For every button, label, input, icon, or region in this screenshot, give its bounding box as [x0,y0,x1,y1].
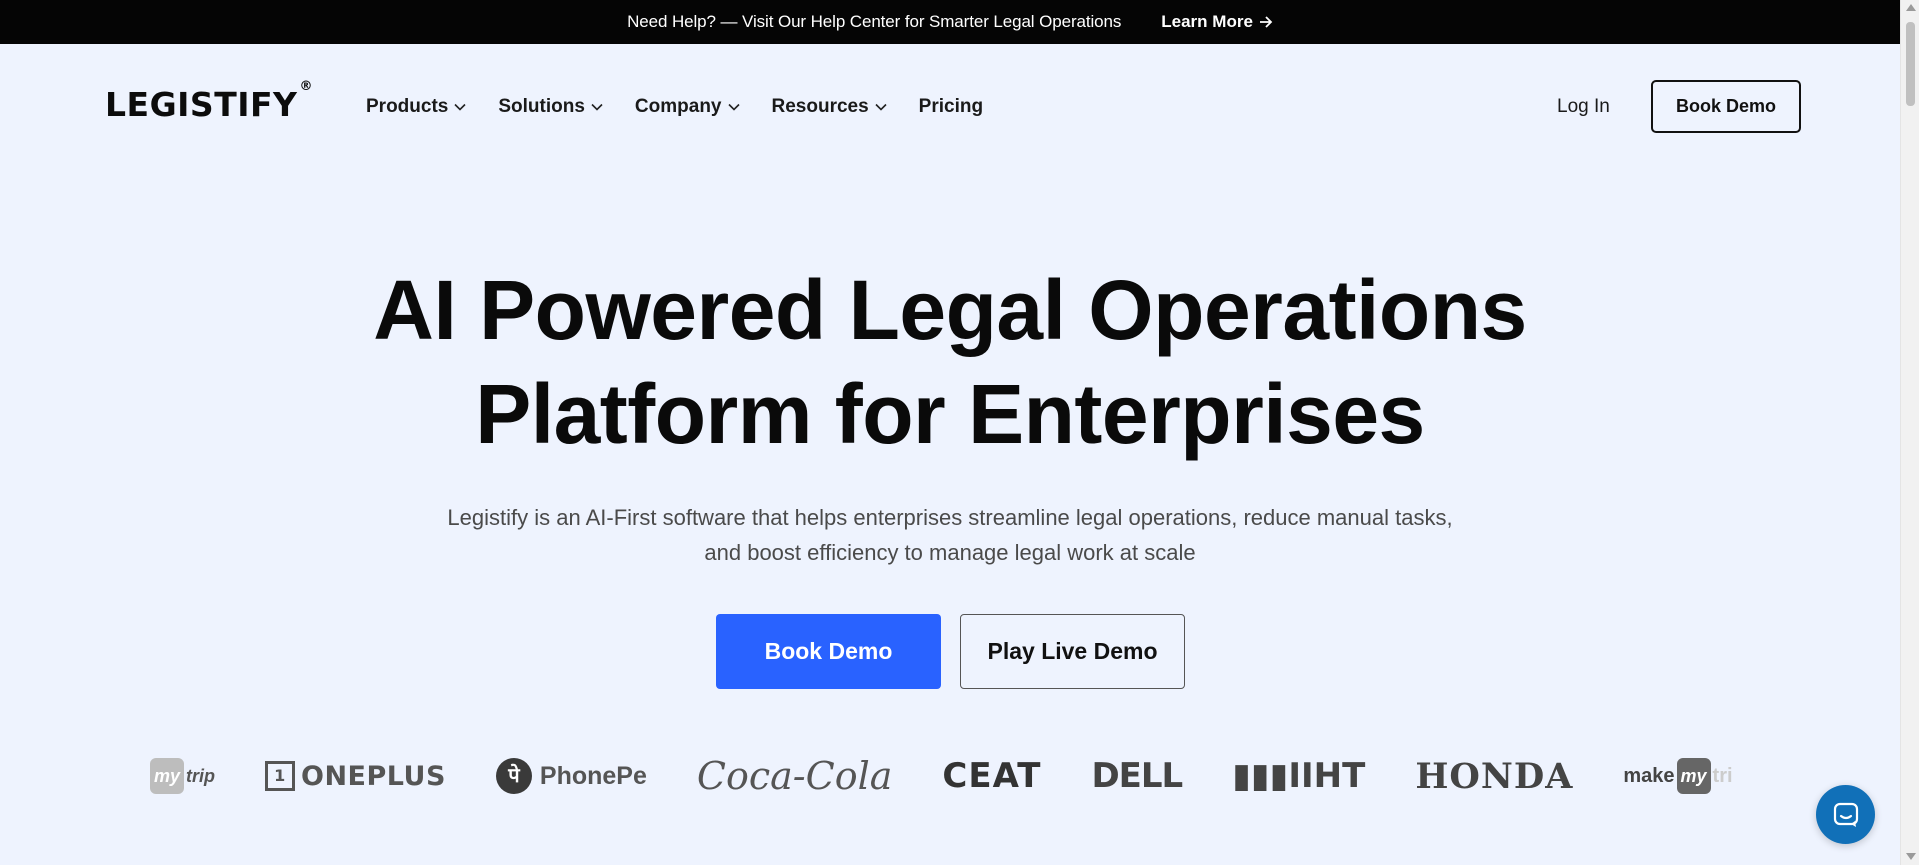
logo-oneplus-text: ONEPLUS [301,760,446,792]
site-header: LEGISTIFY ® Products Solutions Company Re… [0,44,1900,172]
logo-phonepe-text: PhonePe [539,761,647,790]
scrollbar-thumb[interactable] [1906,22,1915,106]
chat-launcher-button[interactable] [1816,785,1875,844]
logo-honda: HONDA [1415,755,1574,797]
page-scrollbar[interactable] [1900,0,1919,865]
client-logos: my trip 1 ONEPLUS पे PhonePe Coca-Cola CEAT… [150,748,1750,804]
phonepe-mark: पे [495,758,532,794]
legistify-logo[interactable]: LEGISTIFY ® [105,79,313,124]
logo-text: LEGISTIFY [105,85,298,124]
nav-item-label: Solutions [498,96,585,117]
logo-makemytrip: make my tri [1623,758,1733,794]
logo-mytrip: my trip [150,758,215,794]
hero-subtitle-line: and boost efficiency to manage legal wor… [704,540,1196,565]
main-nav: Products Solutions Company Resources Pri… [366,96,1015,118]
logo-iiht-text: IIHT [1288,756,1366,796]
registered-mark: ® [299,79,313,94]
mytrip-badge: my [150,758,184,794]
scroll-down-arrow-icon[interactable] [1906,853,1916,860]
nav-item-company[interactable]: Company [635,96,740,118]
oneplus-mark: 1 [265,761,295,791]
arrow-right-icon [1259,16,1273,28]
makemytrip-badge: my [1676,758,1711,794]
learn-more-label: Learn More [1161,12,1253,31]
logo-ceat: CEAT [942,756,1042,796]
nav-item-solutions[interactable]: Solutions [498,96,603,118]
book-demo-button[interactable]: Book Demo [716,614,941,689]
logo-oneplus: 1 ONEPLUS [265,761,446,792]
nav-item-label: Resources [771,96,869,117]
nav-item-pricing[interactable]: Pricing [919,96,983,118]
play-live-demo-button[interactable]: Play Live Demo [960,614,1185,689]
hero-title-line: Platform for Enterprises [475,367,1425,461]
hero-subtitle: Legistify is an AI-First software that h… [0,500,1900,570]
nav-item-label: Products [366,96,449,117]
announcement-bar: Need Help? — Visit Our Help Center for S… [0,0,1900,44]
chevron-down-icon [875,103,887,111]
hero-title-line: AI Powered Legal Operations [373,263,1527,357]
logo-iiht: ▮▮▮ IIHT [1232,756,1366,796]
logo-phonepe: पे PhonePe [495,758,647,794]
login-link[interactable]: Log In [1557,96,1610,118]
logo-mytrip-text: trip [186,765,215,786]
scroll-up-arrow-icon[interactable] [1906,4,1916,11]
book-demo-header-button[interactable]: Book Demo [1651,80,1801,133]
announcement-message: Need Help? — Visit Our Help Center for S… [627,12,1122,31]
logo-cocacola: Coca-Cola [696,754,893,798]
nav-item-label: Pricing [918,96,984,117]
nav-item-resources[interactable]: Resources [772,96,887,118]
learn-more-link[interactable]: Learn More [1161,12,1273,32]
chevron-down-icon [727,103,740,111]
hero-title: AI Powered Legal Operations Platform for… [0,258,1900,466]
nav-item-products[interactable]: Products [366,96,466,118]
chat-bubble-icon [1833,802,1858,827]
chevron-down-icon [591,103,603,111]
nav-item-label: Company [634,96,722,117]
hero-subtitle-line: Legistify is an AI-First software that h… [447,505,1453,530]
chevron-down-icon [454,103,466,111]
logo-dell: DELL [1091,756,1183,796]
